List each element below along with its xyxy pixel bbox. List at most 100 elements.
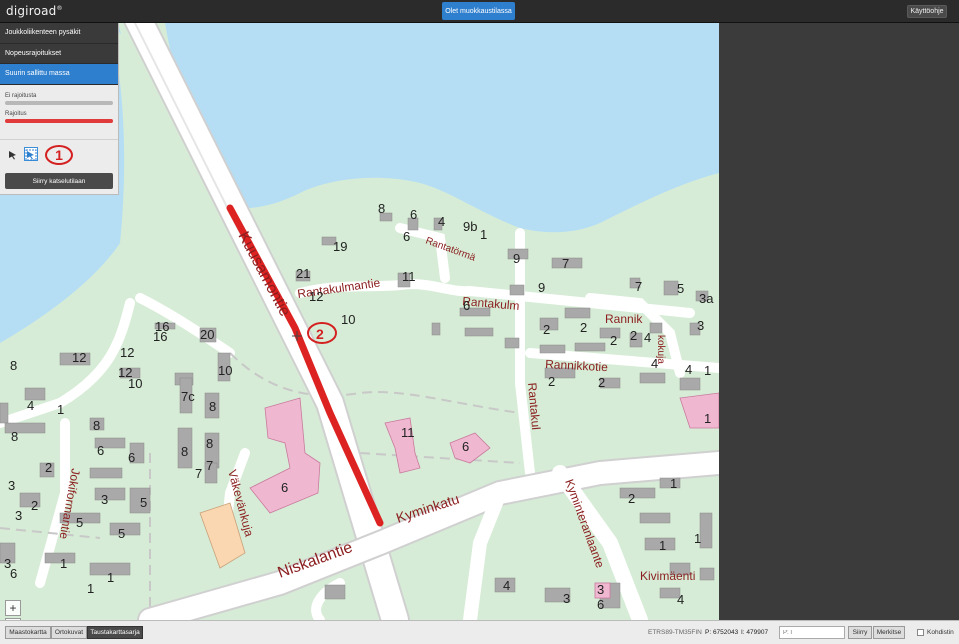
zoom-control: + − xyxy=(5,600,21,620)
layer-bus-stops[interactable]: Joukkoliikenteen pysäkit xyxy=(0,23,118,44)
house-number: 4 xyxy=(685,362,692,377)
house-number: 1 xyxy=(704,411,711,426)
legend: Ei rajoitusta Rajoitus xyxy=(0,85,118,123)
house-number: 1 xyxy=(87,581,94,596)
house-number: 1 xyxy=(704,363,711,378)
crosshair-checkbox[interactable] xyxy=(917,629,924,636)
house-number: 8 xyxy=(209,399,216,414)
house-number: 2 xyxy=(45,460,52,475)
house-number: 12 xyxy=(120,345,134,360)
house-number: 4 xyxy=(677,592,684,607)
house-number: 9 xyxy=(513,251,520,266)
help-button[interactable]: Käyttöohje xyxy=(907,5,947,18)
house-number: 2 xyxy=(628,491,635,506)
house-number: 6 xyxy=(410,207,417,222)
layer-speed-limits[interactable]: Nopeusrajoitukset xyxy=(0,43,118,64)
house-number: 1 xyxy=(480,227,487,242)
house-number: 6 xyxy=(97,443,104,458)
house-number: 3 xyxy=(563,591,570,606)
house-number: 2 xyxy=(630,328,637,343)
house-number: 1 xyxy=(107,570,114,585)
house-number: 10 xyxy=(128,376,142,391)
house-number: 11 xyxy=(402,269,416,284)
house-number: 6 xyxy=(462,439,469,454)
house-number: 1 xyxy=(60,556,67,571)
house-number: 3 xyxy=(8,478,15,493)
p-coordinate: P: 6752043 xyxy=(705,629,739,636)
house-number: 8 xyxy=(378,201,385,216)
layer-panel: Joukkoliikenteen pysäkit Nopeusrajoituks… xyxy=(0,23,119,195)
edit-mode-button[interactable]: Olet muokkaustilassa xyxy=(442,2,515,20)
house-number: 5 xyxy=(76,515,83,530)
bottom-bar: Maastokartta Ortokuvat Taustakarttasarja… xyxy=(0,620,959,644)
house-number: 1 xyxy=(57,402,64,417)
house-number: 2 xyxy=(610,333,617,348)
house-number: 6 xyxy=(463,298,470,313)
house-number: 11 xyxy=(401,425,415,440)
house-number: 6 xyxy=(10,566,17,581)
street-label: Rannik xyxy=(605,312,643,326)
zoom-in-button[interactable]: + xyxy=(5,600,21,616)
house-number: 16 xyxy=(153,329,167,344)
house-number: 3 xyxy=(101,492,108,507)
house-number: 8 xyxy=(181,444,188,459)
house-number: 5 xyxy=(677,281,684,296)
house-number: 4 xyxy=(27,398,34,413)
digiroad-logo: digiroad® xyxy=(6,4,63,18)
house-number: 1 xyxy=(659,538,666,553)
house-number: 2 xyxy=(548,374,555,389)
legend-no-limit-bar xyxy=(5,100,113,105)
basemap-terrain[interactable]: Maastokartta xyxy=(5,626,51,639)
house-number: 9b xyxy=(463,219,477,234)
house-number: 10 xyxy=(341,312,355,327)
house-number: 6 xyxy=(597,597,604,612)
house-number: 3a xyxy=(699,291,714,306)
basemap-ortho[interactable]: Ortokuvat xyxy=(51,626,87,639)
house-number: 4 xyxy=(438,214,445,229)
house-number: 7 xyxy=(206,458,213,473)
house-number: 8 xyxy=(93,418,100,433)
house-number: 12 xyxy=(309,289,323,304)
mark-button[interactable]: Merkitse xyxy=(873,626,905,639)
house-number: 3 xyxy=(697,318,704,333)
coordinate-input[interactable] xyxy=(779,626,845,639)
basemap-background[interactable]: Taustakarttasarja xyxy=(87,626,143,639)
pointer-tool-icon[interactable] xyxy=(8,150,18,160)
house-number: 12 xyxy=(72,350,86,365)
house-number: 8 xyxy=(11,429,18,444)
house-number: 7 xyxy=(635,279,642,294)
street-label: Kivimäenti xyxy=(640,569,695,583)
layer-max-weight[interactable]: Suurin sallittu massa xyxy=(0,64,118,85)
house-number: 1 xyxy=(694,531,701,546)
house-number: 7 xyxy=(562,256,569,271)
house-number: 6 xyxy=(403,229,410,244)
house-number: 3 xyxy=(597,582,604,597)
legend-limit-label: Rajoitus xyxy=(5,110,27,117)
house-number: 7 xyxy=(195,466,202,481)
i-coordinate: I: 479907 xyxy=(741,629,769,636)
house-number: 5 xyxy=(140,495,147,510)
house-number: 4 xyxy=(503,578,510,593)
select-tool-icon[interactable] xyxy=(24,147,38,161)
house-number: 8 xyxy=(206,436,213,451)
house-number: 21 xyxy=(296,266,310,281)
tool-row: 1 xyxy=(0,139,118,171)
crosshair-label: Kohdistin xyxy=(927,629,954,636)
house-number: 4 xyxy=(651,356,658,371)
house-number: 4 xyxy=(644,330,651,345)
house-number: 20 xyxy=(200,327,214,342)
house-number: 19 xyxy=(333,239,347,254)
marker-1: 1 xyxy=(45,145,73,165)
house-number: 7c xyxy=(181,389,195,404)
legend-limit-bar xyxy=(5,118,113,123)
house-number: 2 xyxy=(580,320,587,335)
house-number: 3 xyxy=(15,508,22,523)
house-number: 9 xyxy=(538,280,545,295)
legend-no-limit-label: Ei rajoitusta xyxy=(5,92,37,99)
view-mode-button[interactable]: Siirry katselutilaan xyxy=(5,173,113,189)
move-button[interactable]: Siirry xyxy=(848,626,872,639)
house-number: 10 xyxy=(218,363,232,378)
crs-label: ETRS89-TM35FIN xyxy=(648,629,702,636)
house-number: 2 xyxy=(31,498,38,513)
top-bar: digiroad® Olet muokkaustilassa Käyttöohj… xyxy=(0,0,959,23)
